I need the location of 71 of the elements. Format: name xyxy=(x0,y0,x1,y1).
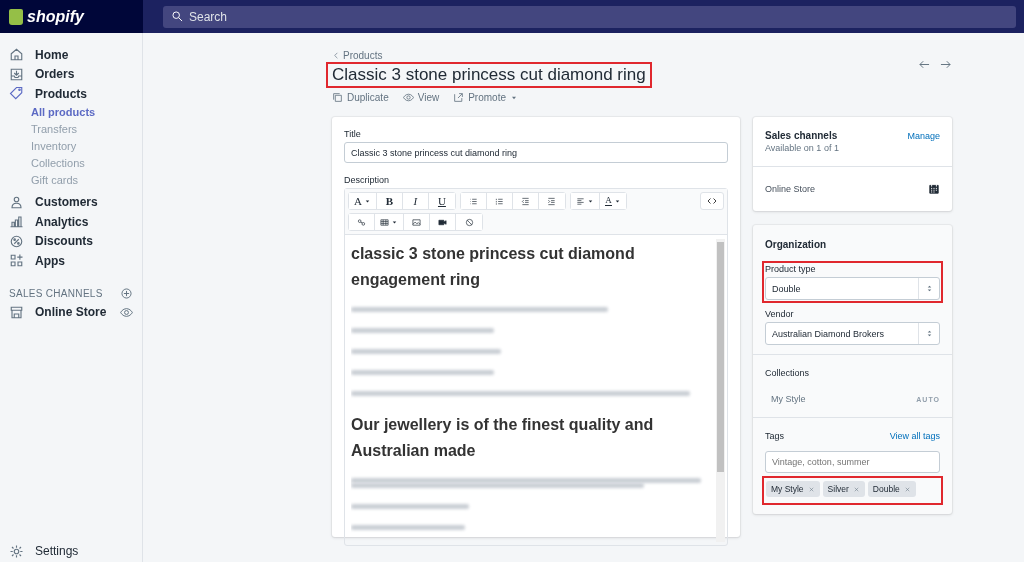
arrow-right-icon[interactable] xyxy=(939,58,952,71)
code-view-button[interactable] xyxy=(700,192,724,210)
duplicate-icon xyxy=(332,92,343,103)
clear-format-icon xyxy=(464,217,474,227)
section-heading: SALES CHANNELS xyxy=(9,288,103,299)
nav-item[interactable]: Customers xyxy=(0,192,142,212)
nav-item[interactable]: Home xyxy=(0,45,142,65)
select-field[interactable]: Double xyxy=(765,277,940,300)
channel-name: Online Store xyxy=(765,184,816,194)
eye-icon[interactable] xyxy=(120,305,133,319)
scrollbar-thumb[interactable] xyxy=(717,242,724,473)
video-camera-icon xyxy=(438,217,447,227)
nav-item[interactable]: Orders xyxy=(0,64,142,84)
tag-chip[interactable]: My Style xyxy=(766,481,820,497)
collection-name: My Style xyxy=(771,394,806,404)
field-label: Title xyxy=(344,129,362,139)
description-heading: classic 3 stone princess cut diamond engagement ring xyxy=(351,244,636,290)
nav-item[interactable]: Discounts xyxy=(0,231,142,251)
action-button[interactable]: View xyxy=(402,92,440,103)
search-icon xyxy=(171,10,184,23)
calendar-icon[interactable] xyxy=(928,183,940,195)
description-heading: Our jewellery is of the finest quality and Australian made xyxy=(351,415,655,461)
action-button[interactable]: Duplicate xyxy=(332,92,389,103)
card-title: Sales channels xyxy=(765,130,838,141)
shopping-bag-icon xyxy=(9,8,23,25)
store-icon xyxy=(9,304,24,320)
table-icon xyxy=(380,217,389,227)
field-label: Vendor xyxy=(765,309,795,319)
card-title: Organization xyxy=(765,239,828,250)
nav-item[interactable]: Settings xyxy=(0,540,142,562)
page-title: Classic 3 stone princess cut diamond ring xyxy=(331,65,647,85)
field-label: Description xyxy=(344,175,391,185)
tag-chip[interactable]: Double xyxy=(867,481,916,497)
action-button[interactable]: Promote xyxy=(453,92,518,103)
view-all-tags-link[interactable]: View all tags xyxy=(889,431,940,441)
code-icon xyxy=(707,196,717,206)
section-label: Tags xyxy=(765,431,784,441)
rich-text-editor[interactable]: A B I U A classic 3 stone princess cut diamond engagement ring Our jewellery is of the finest quality and Australian made xyxy=(344,188,728,546)
scrollbar-track[interactable] xyxy=(716,239,725,542)
chevron-left-icon xyxy=(332,51,341,60)
nav-item[interactable]: Analytics xyxy=(0,212,142,232)
field-label: Product type xyxy=(765,264,817,274)
close-icon xyxy=(903,485,911,493)
title-field[interactable]: Classic 3 stone princess cut diamond ring xyxy=(344,142,728,163)
nav-item[interactable]: Apps xyxy=(0,251,142,271)
toolbar-button[interactable]: A xyxy=(349,193,377,209)
nav-subitem[interactable]: All products xyxy=(0,103,142,121)
tags-field[interactable]: Vintage, cotton, summer xyxy=(765,451,940,473)
close-icon xyxy=(807,485,815,493)
bulleted-list-icon xyxy=(468,196,478,206)
link-icon xyxy=(357,217,366,227)
outdent-icon xyxy=(520,196,530,206)
arrow-left-icon[interactable] xyxy=(918,58,931,71)
manage-link[interactable]: Manage xyxy=(907,130,940,141)
image-icon xyxy=(412,217,421,227)
back-link[interactable]: Products xyxy=(332,50,652,61)
search-field[interactable]: Search xyxy=(163,5,1016,28)
select-field[interactable]: Australian Diamond Brokers xyxy=(765,322,940,345)
external-link-icon xyxy=(453,92,465,103)
eye-icon xyxy=(402,92,414,103)
nav-item[interactable]: Products xyxy=(0,84,142,104)
align-left-icon xyxy=(575,196,585,206)
card-subtitle: Available on 1 of 1 xyxy=(765,143,840,153)
close-icon xyxy=(852,485,860,493)
settings-icon xyxy=(9,543,24,559)
indent-icon xyxy=(547,196,557,206)
numbered-list-icon xyxy=(494,196,504,206)
add-icon[interactable] xyxy=(120,287,133,300)
section-label: Collections xyxy=(765,368,811,378)
tag-chip[interactable]: Silver xyxy=(822,481,865,497)
nav-item[interactable]: Online Store xyxy=(9,302,107,322)
